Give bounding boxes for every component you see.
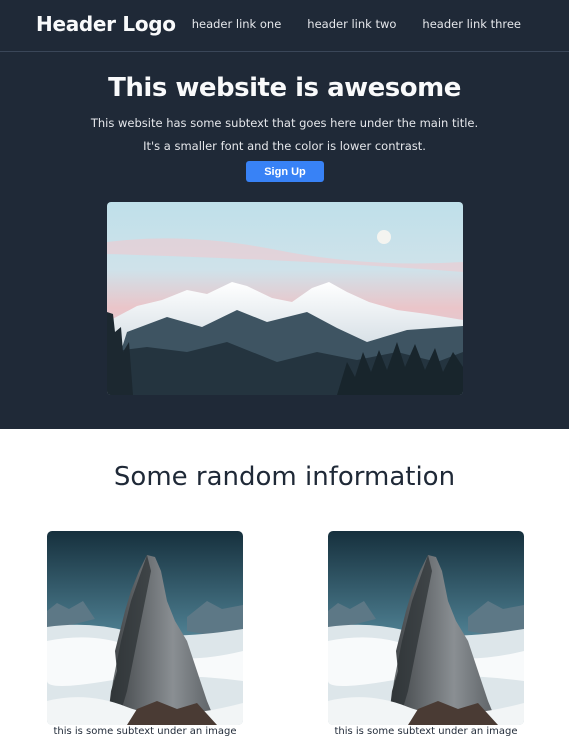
hero-subtitle-line-2: It's a smaller font and the color is low…: [143, 139, 426, 153]
mountain-landscape-icon: [107, 202, 463, 395]
info-section-title: Some random information: [113, 462, 456, 492]
header: Header Logo header link one header link …: [0, 0, 569, 52]
hero-section: Header Logo header link one header link …: [0, 0, 569, 429]
card-image: [47, 531, 243, 725]
hero-mountain-image: [107, 202, 463, 395]
nav-link-two[interactable]: header link two: [307, 17, 396, 31]
sign-up-button[interactable]: Sign Up: [246, 161, 324, 182]
card-caption: this is some subtext under an image: [53, 726, 237, 737]
card-image: [328, 531, 524, 725]
hero-title: This website is awesome: [108, 73, 461, 103]
header-nav: header link one header link two header l…: [192, 17, 521, 31]
nav-link-three[interactable]: header link three: [422, 17, 521, 31]
rock-peak-icon: [328, 531, 524, 725]
nav-link-one[interactable]: header link one: [192, 17, 282, 31]
rock-peak-icon: [47, 531, 243, 725]
header-logo[interactable]: Header Logo: [36, 12, 176, 36]
card-caption: this is some subtext under an image: [334, 726, 518, 737]
info-card: this is some subtext under an image: [328, 531, 524, 737]
hero-subtitle-line-1: This website has some subtext that goes …: [90, 116, 479, 130]
info-card: this is some subtext under an image: [47, 531, 243, 737]
